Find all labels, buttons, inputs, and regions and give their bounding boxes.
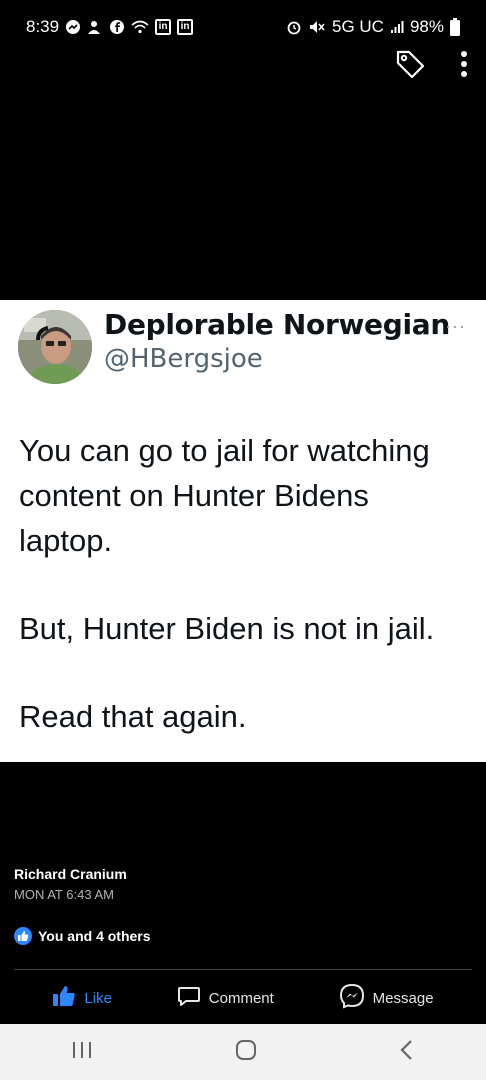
- tweet-line: Read that again.: [19, 699, 247, 734]
- tweet-text: You can go to jail for watching content …: [19, 428, 469, 739]
- comment-button[interactable]: Comment: [177, 984, 274, 1012]
- home-button[interactable]: [235, 1039, 257, 1066]
- messenger-icon: [65, 19, 81, 35]
- action-bar: Like Comment Message: [0, 978, 486, 1018]
- battery-icon: [450, 18, 460, 36]
- more-vertical-icon[interactable]: [460, 50, 468, 78]
- message-label: Message: [372, 989, 434, 1007]
- avatar: [18, 310, 92, 384]
- top-actions: [394, 48, 468, 80]
- divider: [14, 969, 472, 970]
- status-bar: 8:39 in in 5G UC 98%: [0, 0, 486, 54]
- recent-apps-button[interactable]: [71, 1040, 93, 1065]
- facebook-icon: [109, 19, 125, 35]
- comment-icon: [177, 984, 201, 1012]
- messenger-icon: [339, 983, 365, 1013]
- comment-label: Comment: [208, 989, 274, 1007]
- thumbs-up-icon: [52, 984, 76, 1012]
- display-name: Deplorable Norwegian: [104, 308, 450, 341]
- like-button[interactable]: Like: [52, 984, 112, 1012]
- handle: @HBergsjoe: [104, 344, 263, 374]
- linkedin-icon: in: [155, 19, 172, 35]
- tweet-line: You can go to jail for watching content …: [19, 433, 430, 558]
- tag-icon[interactable]: [394, 48, 426, 80]
- status-time: 8:39: [26, 17, 60, 36]
- tweet-image[interactable]: Deplorable Norwegian @HBergsjoe ··· You …: [0, 300, 486, 762]
- post-timestamp: MON AT 6:43 AM: [14, 887, 114, 902]
- navigation-bar: [0, 1024, 486, 1080]
- like-reaction-icon: [14, 927, 32, 945]
- linkedin-icon: in: [177, 19, 194, 35]
- like-label: Like: [84, 989, 112, 1007]
- status-right: 5G UC 98%: [286, 17, 460, 37]
- back-button[interactable]: [399, 1039, 415, 1066]
- account-icon: [87, 19, 103, 35]
- poster-name[interactable]: Richard Cranium: [14, 866, 127, 882]
- alarm-icon: [286, 19, 302, 35]
- mute-icon: [308, 19, 326, 35]
- tweet-more-icon: ···: [445, 316, 466, 336]
- status-left: 8:39 in in: [26, 17, 194, 37]
- message-button[interactable]: Message: [339, 983, 434, 1013]
- wifi-icon: [131, 19, 149, 35]
- signal-icon: [390, 20, 404, 34]
- tweet-line: But, Hunter Biden is not in jail.: [19, 611, 435, 646]
- network-label: 5G UC: [332, 17, 384, 36]
- battery-percent: 98%: [409, 17, 444, 36]
- reactions-text: You and 4 others: [38, 928, 151, 944]
- reactions-summary[interactable]: You and 4 others: [14, 927, 151, 945]
